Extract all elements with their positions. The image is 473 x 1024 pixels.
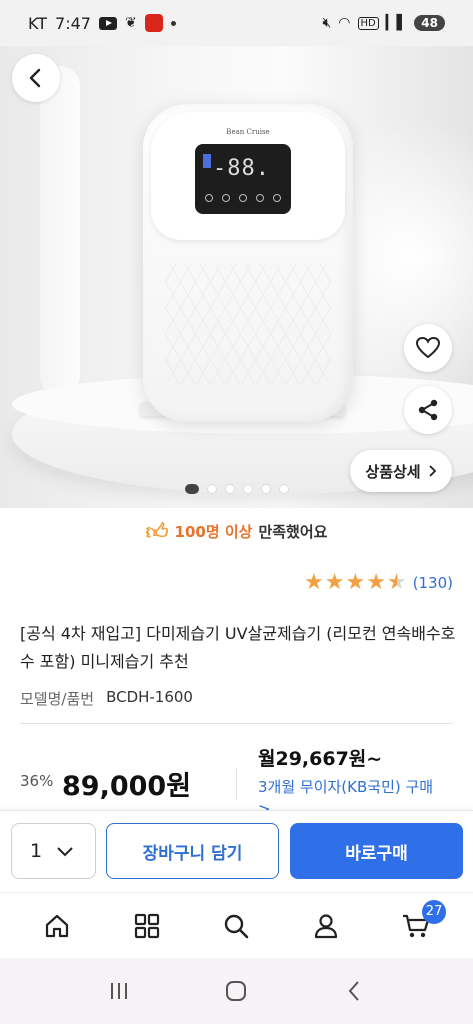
model-label: 모델명/품번 bbox=[20, 690, 95, 708]
display-button bbox=[273, 194, 281, 202]
satisfaction-text: 만족했어요 bbox=[258, 522, 328, 541]
device-top-panel: Bean Cruise -88. bbox=[151, 112, 345, 240]
pager-dot[interactable] bbox=[224, 484, 235, 494]
home-circle-icon bbox=[226, 981, 247, 1001]
battery-indicator: 48 bbox=[414, 15, 445, 31]
quantity-value: 1 bbox=[30, 840, 43, 862]
status-bar: KT 7:47 ❦ 🔇︎ ◠ HD ▎▌ 48 bbox=[0, 0, 473, 46]
device-grille bbox=[165, 264, 331, 384]
share-icon bbox=[418, 399, 438, 421]
device-brand-logo: Bean Cruise bbox=[226, 128, 270, 136]
price-separator bbox=[236, 768, 237, 800]
back-system-button[interactable] bbox=[330, 967, 378, 1015]
display-button bbox=[205, 194, 213, 202]
buy-now-button[interactable]: 바로구매 bbox=[290, 823, 463, 879]
product-image-carousel[interactable]: Bean Cruise -88. bbox=[0, 46, 473, 508]
back-arrow-icon bbox=[29, 68, 41, 88]
back-button[interactable] bbox=[12, 54, 60, 102]
nav-search[interactable] bbox=[212, 902, 260, 950]
buy-now-label: 바로구매 bbox=[345, 843, 408, 864]
home-icon bbox=[45, 914, 68, 937]
recent-apps-button[interactable] bbox=[95, 967, 143, 1015]
review-count[interactable]: (130) bbox=[413, 574, 453, 592]
bottom-navigation: 27 bbox=[0, 892, 473, 958]
quantity-select[interactable]: 1 bbox=[11, 823, 96, 879]
app-notification-icon bbox=[144, 14, 163, 32]
display-buttons bbox=[205, 194, 281, 202]
search-icon bbox=[225, 914, 249, 938]
share-button[interactable] bbox=[404, 386, 452, 434]
pager-dot[interactable] bbox=[242, 484, 253, 494]
model-row: 모델명/품번 BCDH-1600 bbox=[20, 688, 193, 709]
section-divider bbox=[20, 723, 453, 724]
nav-my-page[interactable] bbox=[302, 902, 350, 950]
recent-apps-icon bbox=[110, 983, 127, 999]
product-page: KT 7:47 ❦ 🔇︎ ◠ HD ▎▌ 48 Bean Cruise -88.… bbox=[0, 0, 473, 1024]
clock: 7:47 bbox=[55, 13, 91, 33]
nav-cart[interactable]: 27 bbox=[392, 899, 447, 950]
pager-dot[interactable] bbox=[206, 484, 217, 494]
hd-icon: HD bbox=[357, 16, 379, 30]
youtube-icon bbox=[98, 16, 117, 30]
installment-link[interactable]: 3개월 무이자(KB국민) 구매 > bbox=[258, 776, 450, 810]
carrier-label: KT bbox=[28, 13, 48, 33]
satisfaction-banner: 👍︎ 100명 이상 만족했어요 bbox=[0, 508, 473, 554]
product-detail-label: 상품상세 bbox=[365, 462, 421, 481]
add-to-cart-label: 장바구니 담기 bbox=[142, 843, 243, 864]
heart-icon bbox=[415, 336, 441, 359]
system-navigation-bar bbox=[0, 958, 473, 1024]
hero-background-arch bbox=[40, 66, 80, 396]
star-icon: ★ bbox=[303, 570, 324, 595]
display-button bbox=[256, 194, 264, 202]
pager-dot[interactable] bbox=[260, 484, 271, 494]
display-button bbox=[239, 194, 247, 202]
star-icon: ★ bbox=[366, 570, 386, 595]
rating-stars: ★ ★ ★ ★ ★ bbox=[304, 572, 407, 594]
more-notifications-dot-icon bbox=[170, 20, 176, 26]
back-chevron-icon bbox=[348, 981, 359, 1001]
display-indicator bbox=[203, 154, 211, 168]
half-star-icon: ★ bbox=[386, 570, 407, 595]
dehumidifier-product-image: Bean Cruise -88. bbox=[143, 104, 353, 422]
chevron-right-icon bbox=[428, 465, 436, 477]
wishlist-button[interactable] bbox=[404, 324, 452, 372]
display-digits: -88. bbox=[213, 156, 270, 181]
star-icon: ★ bbox=[324, 570, 345, 595]
discount-rate: 36% bbox=[20, 772, 54, 790]
sale-price: 89,000원 bbox=[62, 771, 192, 802]
pager-dot[interactable] bbox=[278, 484, 289, 494]
wifi-icon: ◠ bbox=[338, 15, 351, 31]
home-system-button[interactable] bbox=[212, 967, 260, 1015]
model-value: BCDH-1600 bbox=[106, 688, 193, 706]
add-to-cart-button[interactable]: 장바구니 담기 bbox=[106, 823, 279, 879]
chevron-down-icon bbox=[57, 847, 73, 857]
cart-count-badge: 27 bbox=[422, 899, 447, 924]
nav-category[interactable] bbox=[123, 902, 171, 950]
product-title: [공식 4차 재입고] 다미제습기 UV살균제습기 (리모컨 연속배수호수 포함… bbox=[20, 624, 456, 671]
rating-summary[interactable]: ★ ★ ★ ★ ★ (130) bbox=[304, 572, 453, 594]
mute-icon: 🔇︎ bbox=[322, 15, 332, 31]
pager-dot-active[interactable] bbox=[184, 484, 199, 494]
signal-icon: ▎▌ bbox=[385, 15, 408, 31]
grid-icon bbox=[134, 913, 159, 938]
device-display: -88. bbox=[195, 144, 291, 214]
satisfaction-highlight: 100명 이상 bbox=[174, 522, 253, 541]
purchase-bar: 1 장바구니 담기 바로구매 bbox=[0, 810, 473, 892]
thumbs-up-icon: 👍︎ bbox=[145, 519, 169, 545]
status-right: 🔇︎ ◠ HD ▎▌ 48 bbox=[322, 15, 445, 31]
monthly-price: 월29,667원~ bbox=[258, 748, 383, 770]
product-detail-button[interactable]: 상품상세 bbox=[350, 450, 452, 492]
star-icon: ★ bbox=[345, 570, 366, 595]
hook-icon: ❦ bbox=[124, 15, 137, 31]
display-button bbox=[222, 194, 230, 202]
nav-home[interactable] bbox=[33, 902, 81, 950]
user-icon bbox=[315, 913, 338, 938]
status-left: KT 7:47 ❦ bbox=[28, 14, 176, 33]
